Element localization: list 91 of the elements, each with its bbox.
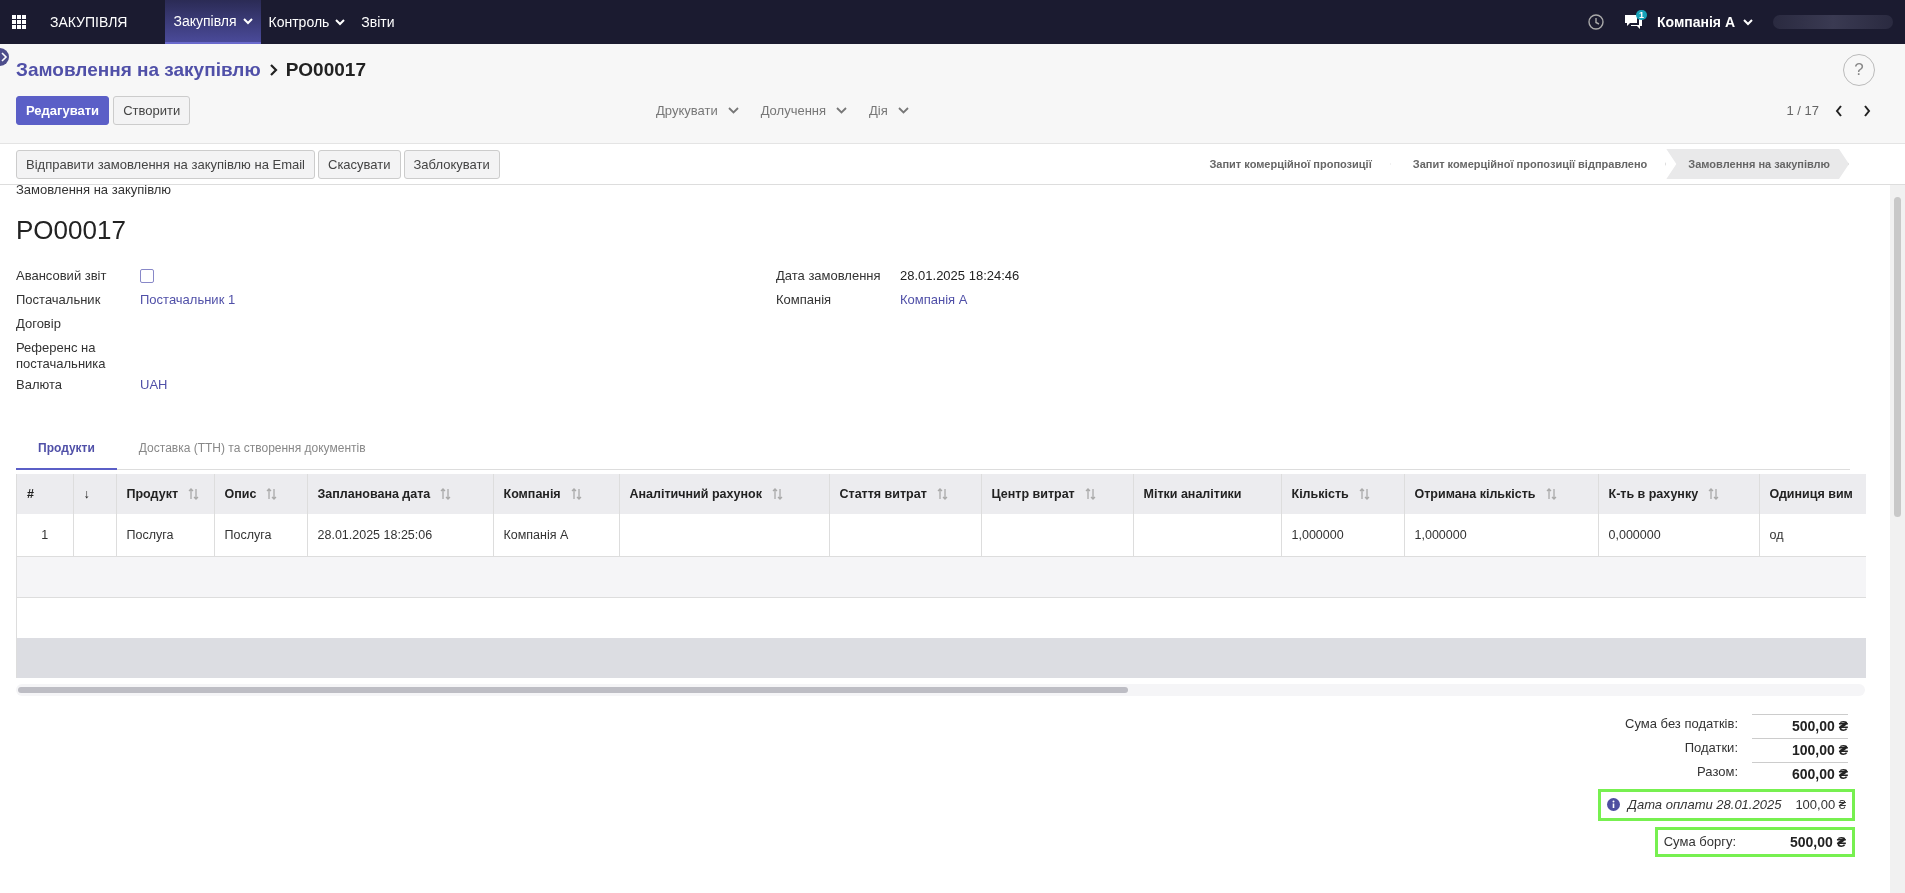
total-label: Сума боргу: (1663, 834, 1736, 849)
payment-amount: 100,00 ₴ (1795, 797, 1846, 812)
action-button[interactable]: Заблокувати (403, 149, 500, 179)
sort-icon[interactable] (936, 488, 948, 500)
table-cell: од (1759, 514, 1866, 556)
sort-icon[interactable] (772, 488, 783, 500)
breadcrumb-link[interactable]: Замовлення на закупівлю (16, 59, 261, 81)
sort-icon[interactable] (266, 488, 278, 500)
table-cell: 1,000000 (1404, 514, 1598, 556)
sort-icon[interactable] (188, 488, 199, 500)
previous-icon[interactable] (1835, 104, 1843, 117)
total-label: Разом: (1697, 764, 1738, 779)
form-subtitle: Замовлення на закупівлю (16, 182, 173, 197)
status-stage[interactable]: Замовлення на закупівлю (1666, 149, 1849, 179)
column-header[interactable]: ↓ (73, 474, 116, 514)
caret-icon (1743, 18, 1753, 26)
field-label: Валюта (16, 377, 63, 393)
tab[interactable]: Доставка (ТТН) та створення документів (116, 431, 388, 469)
chevron-right-icon (268, 64, 278, 76)
total-label: Сума без податків: (1625, 716, 1738, 731)
menu-item[interactable]: Звіти (353, 0, 403, 44)
checkbox[interactable] (140, 269, 154, 283)
table-cell: Послуга (116, 514, 214, 556)
sort-icon[interactable] (440, 488, 452, 500)
create-button[interactable]: Створити (113, 96, 191, 125)
field-value: 28.01.2025 18:24:46 (900, 268, 1020, 284)
notification-badge: 1 (1635, 10, 1647, 20)
field-label: Договір (16, 316, 62, 332)
column-header[interactable]: Аналітичний рахунок (619, 474, 829, 514)
field-link[interactable]: Компанія А (900, 292, 968, 308)
sort-icon[interactable] (1358, 488, 1370, 500)
column-header[interactable]: Мітки аналітики (1133, 474, 1281, 514)
caret-icon (727, 107, 739, 114)
column-header[interactable]: Одиниця вим (1759, 474, 1866, 514)
column-header[interactable]: Кількість (1281, 474, 1404, 514)
column-header[interactable]: Опис (214, 474, 307, 514)
total-amount: 100,00 ₴ (1752, 737, 1848, 758)
field-label: Компанія (776, 292, 833, 308)
menu-item[interactable]: Закупівля (165, 0, 261, 44)
column-header[interactable]: Отримана кількість (1404, 474, 1598, 514)
total-amount: 500,00 ₴ (1752, 713, 1848, 734)
field-label: Референс на постачальника (16, 340, 107, 372)
sort-icon[interactable] (1084, 488, 1096, 500)
dropdown-button[interactable]: Друкувати (656, 103, 739, 118)
vertical-scrollbar[interactable] (1890, 185, 1905, 893)
field-link[interactable]: UAH (140, 377, 168, 393)
sort-icon[interactable] (1708, 488, 1720, 500)
table-cell: 28.01.2025 18:25:06 (307, 514, 493, 556)
table-cell: 0,000000 (1598, 514, 1759, 556)
menu-item[interactable]: Контроль (260, 0, 354, 44)
company-switcher[interactable]: Компанія А (1656, 14, 1753, 30)
payment-label: Дата оплати 28.01.2025 (1627, 797, 1782, 812)
caret-icon (836, 107, 848, 114)
column-header[interactable]: Продукт (116, 474, 214, 514)
field-link[interactable]: Постачальник 1 (140, 292, 236, 308)
sort-icon[interactable] (570, 488, 582, 500)
column-header[interactable]: Запланована дата (307, 474, 493, 514)
column-header[interactable]: Центр витрат (981, 474, 1133, 514)
field-label: Постачальник (16, 292, 102, 308)
breadcrumb-current: PO00017 (285, 59, 366, 81)
field-label: Авансовий звіт (16, 268, 108, 284)
table-cell: Компанія А (493, 514, 619, 556)
column-header[interactable]: Стаття витрат (829, 474, 981, 514)
edit-button[interactable]: Редагувати (16, 96, 110, 125)
field-label: Дата замовлення (776, 268, 882, 284)
table-cell: 1,000000 (1281, 514, 1404, 556)
dropdown-button[interactable]: Дія (869, 103, 909, 118)
next-icon[interactable] (1863, 104, 1871, 117)
sort-icon[interactable] (1545, 488, 1557, 500)
clock-icon[interactable] (1587, 14, 1604, 30)
info-icon[interactable] (1606, 798, 1620, 811)
caret-icon (897, 107, 909, 114)
chat-icon[interactable] (1623, 13, 1644, 31)
column-header[interactable]: Компанія (493, 474, 619, 514)
total-amount: 600,00 ₴ (1752, 761, 1848, 782)
column-header[interactable]: К-ть в рахунку (1598, 474, 1759, 514)
action-button[interactable]: Скасувати (318, 149, 401, 179)
table-cell: Послуга (214, 514, 307, 556)
dropdown-button[interactable]: Долучення (760, 103, 848, 118)
app-name: ЗАКУПІВЛЯ (50, 14, 128, 30)
app-grid-icon[interactable] (12, 15, 26, 29)
table-cell (73, 514, 116, 556)
table-cell: 1 (17, 514, 73, 556)
action-button[interactable]: Відправити замовлення на закупівлю на Email (16, 149, 315, 179)
column-header[interactable]: # (17, 474, 73, 514)
tab[interactable]: Продукти (16, 431, 117, 470)
total-amount: 500,00 ₴ (1788, 833, 1846, 850)
record-title: PO00017 (16, 215, 127, 246)
horizontal-scrollbar[interactable] (16, 683, 1865, 696)
pager-counter: 1 / 17 (1786, 103, 1819, 118)
total-label: Податки: (1684, 740, 1738, 755)
